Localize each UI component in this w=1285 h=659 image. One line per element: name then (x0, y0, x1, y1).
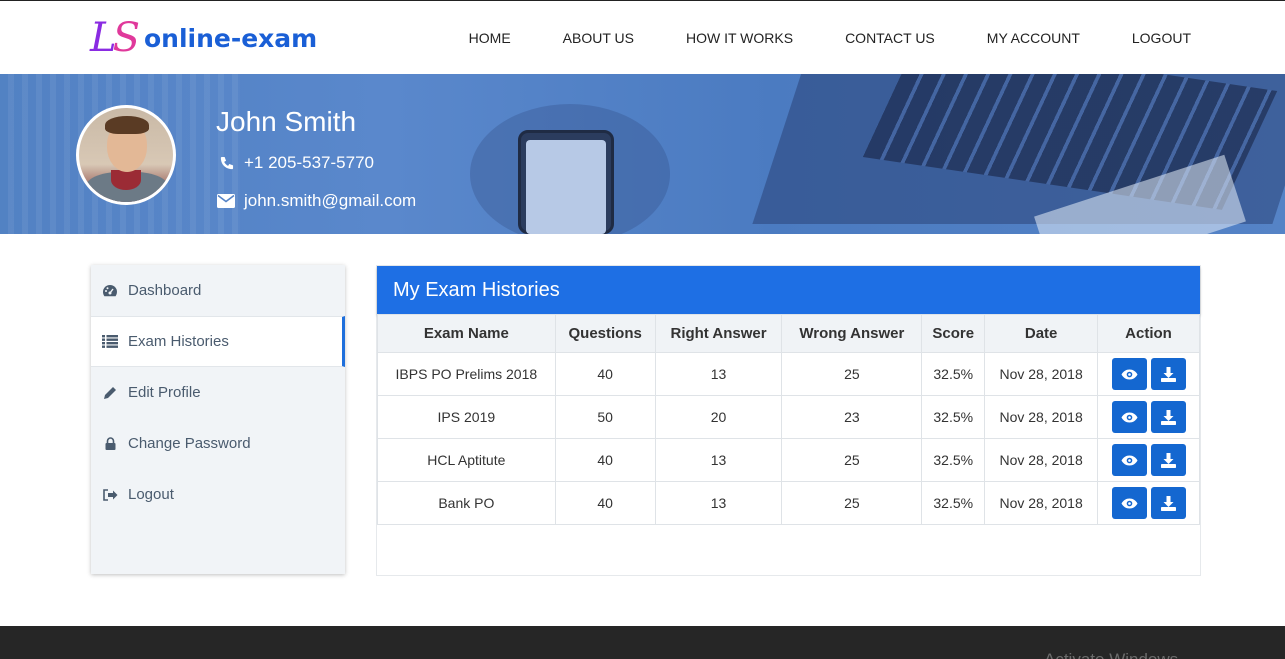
sign-out-icon (102, 487, 118, 503)
column-header: Date (984, 314, 1099, 353)
cell-wrong-answer: 25 (781, 352, 923, 396)
nav-contact-us[interactable]: CONTACT US (845, 30, 935, 46)
cell-questions: 40 (554, 481, 656, 525)
table-header-row: Exam Name Questions Right Answer Wrong A… (377, 314, 1200, 353)
list-icon (102, 334, 118, 350)
view-button[interactable] (1111, 401, 1147, 433)
avatar (76, 105, 176, 205)
table-row: IBPS PO Prelims 2018 40 13 25 32.5% Nov … (377, 352, 1200, 396)
nav-how-it-works[interactable]: HOW IT WORKS (686, 30, 793, 46)
cell-wrong-answer: 23 (781, 395, 923, 439)
eye-icon (1121, 498, 1138, 508)
sidebar-item-change-password[interactable]: Change Password (91, 418, 345, 469)
column-header: Right Answer (654, 314, 783, 353)
column-header: Questions (554, 314, 656, 353)
sidebar-item-label: Dashboard (128, 282, 202, 299)
cell-exam-name: IBPS PO Prelims 2018 (377, 352, 556, 396)
profile-phone: +1 205-537-5770 (216, 153, 374, 173)
column-header: Exam Name (377, 314, 556, 353)
nav-logout[interactable]: LOGOUT (1132, 30, 1191, 46)
main-nav: HOME ABOUT US HOW IT WORKS CONTACT US MY… (417, 1, 1191, 75)
download-button[interactable] (1150, 358, 1186, 390)
cell-date: Nov 28, 2018 (984, 438, 1099, 482)
view-button[interactable] (1111, 487, 1147, 519)
download-button[interactable] (1150, 444, 1186, 476)
phone-screen-background (526, 140, 606, 234)
cell-exam-name: IPS 2019 (377, 395, 556, 439)
sidebar-item-label: Change Password (128, 435, 251, 452)
logo-mark: LS (90, 15, 140, 61)
cell-right-answer: 13 (654, 481, 783, 525)
nav-about-us[interactable]: ABOUT US (563, 30, 634, 46)
download-icon (1160, 452, 1176, 468)
cell-questions: 50 (554, 395, 656, 439)
cell-questions: 40 (554, 438, 656, 482)
cell-action (1097, 438, 1200, 482)
panel-title: My Exam Histories (377, 266, 1200, 314)
nav-home[interactable]: HOME (469, 30, 511, 46)
exam-histories-panel: My Exam Histories Exam Name Questions Ri… (376, 265, 1201, 576)
view-button[interactable] (1111, 358, 1147, 390)
column-header: Score (921, 314, 986, 353)
sidebar-item-label: Edit Profile (128, 384, 201, 401)
exam-histories-table: Exam Name Questions Right Answer Wrong A… (377, 314, 1200, 525)
table-row: Bank PO 40 13 25 32.5% Nov 28, 2018 (377, 481, 1200, 525)
cell-score: 32.5% (921, 481, 986, 525)
sidebar-item-label: Exam Histories (128, 333, 229, 350)
top-navbar: LS online-exam HOME ABOUT US HOW IT WORK… (0, 0, 1285, 74)
cell-right-answer: 20 (654, 395, 783, 439)
cell-wrong-answer: 25 (781, 438, 923, 482)
cell-exam-name: HCL Aptitute (377, 438, 556, 482)
download-button[interactable] (1150, 401, 1186, 433)
avatar-photo (79, 108, 173, 202)
view-button[interactable] (1111, 444, 1147, 476)
lock-icon (102, 436, 118, 452)
profile-phone-text: +1 205-537-5770 (244, 153, 374, 172)
profile-email: john.smith@gmail.com (216, 191, 416, 211)
cell-action (1097, 481, 1200, 525)
cell-date: Nov 28, 2018 (984, 481, 1099, 525)
sidebar-item-edit-profile[interactable]: Edit Profile (91, 367, 345, 418)
activate-windows-watermark: Activate Windows (1044, 650, 1178, 659)
cell-date: Nov 28, 2018 (984, 352, 1099, 396)
cell-exam-name: Bank PO (377, 481, 556, 525)
cell-date: Nov 28, 2018 (984, 395, 1099, 439)
pencil-icon (102, 385, 118, 401)
cell-score: 32.5% (921, 438, 986, 482)
table-row: HCL Aptitute 40 13 25 32.5% Nov 28, 2018 (377, 438, 1200, 482)
nav-my-account[interactable]: MY ACCOUNT (987, 30, 1080, 46)
eye-icon (1121, 455, 1138, 465)
cell-right-answer: 13 (654, 352, 783, 396)
site-logo[interactable]: LS online-exam (90, 13, 317, 63)
cell-questions: 40 (554, 352, 656, 396)
account-sidebar: Dashboard Exam Histories Edit Profile Ch… (91, 265, 345, 574)
cell-action (1097, 395, 1200, 439)
sidebar-item-dashboard[interactable]: Dashboard (91, 265, 345, 316)
cell-action (1097, 352, 1200, 396)
site-footer: Activate Windows (0, 626, 1285, 659)
cell-score: 32.5% (921, 395, 986, 439)
dashboard-icon (102, 283, 118, 299)
sidebar-item-logout[interactable]: Logout (91, 469, 345, 520)
download-icon (1160, 495, 1176, 511)
profile-name: John Smith (216, 106, 357, 137)
profile-email-text: john.smith@gmail.com (244, 191, 417, 210)
cell-score: 32.5% (921, 352, 986, 396)
eye-icon (1121, 369, 1138, 379)
download-icon (1160, 409, 1176, 425)
phone-icon (216, 156, 236, 171)
logo-text: online-exam (143, 23, 318, 53)
envelope-icon (216, 194, 236, 208)
sidebar-item-exam-histories[interactable]: Exam Histories (91, 316, 345, 367)
cell-right-answer: 13 (654, 438, 783, 482)
cell-wrong-answer: 25 (781, 481, 923, 525)
eye-icon (1121, 412, 1138, 422)
sidebar-item-label: Logout (128, 486, 174, 503)
table-row: IPS 2019 50 20 23 32.5% Nov 28, 2018 (377, 395, 1200, 439)
column-header: Wrong Answer (781, 314, 923, 353)
column-header: Action (1097, 314, 1200, 353)
download-icon (1160, 366, 1176, 382)
download-button[interactable] (1150, 487, 1186, 519)
profile-banner (0, 74, 1285, 234)
